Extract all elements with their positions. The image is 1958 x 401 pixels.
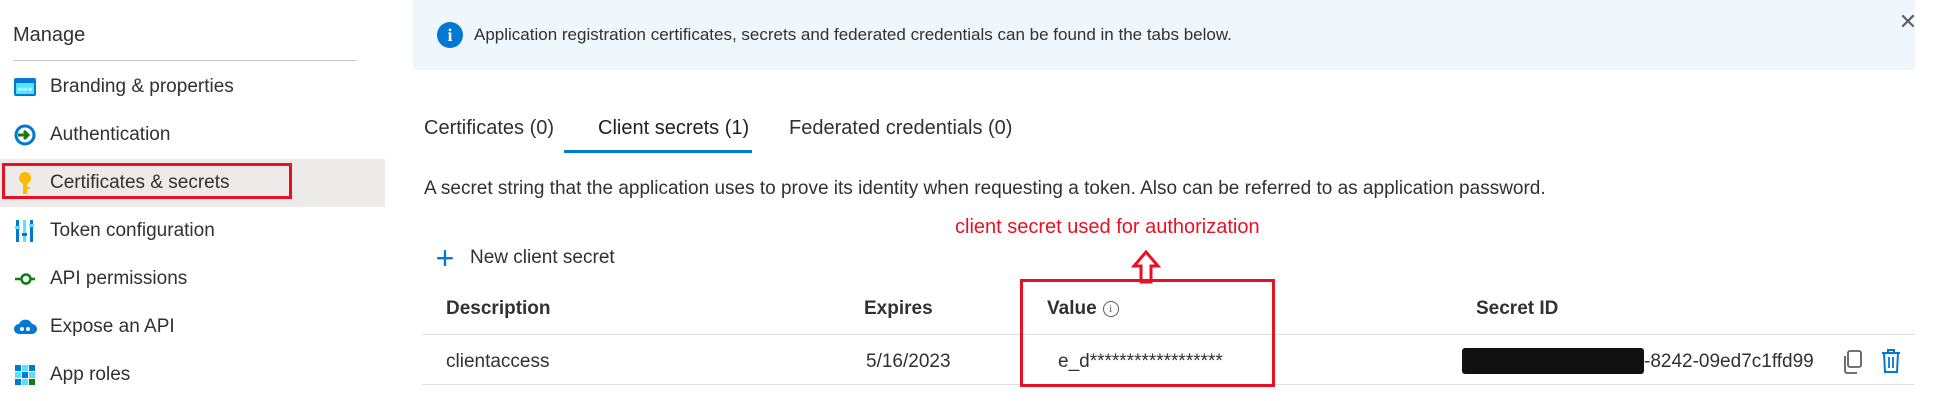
sidebar-item-label: Branding & properties	[50, 76, 234, 97]
branding-icon: www	[13, 75, 37, 99]
delete-icon[interactable]	[1880, 348, 1902, 374]
token-configuration-icon	[13, 219, 37, 243]
column-header-description[interactable]: Description	[446, 298, 551, 320]
info-icon: i	[437, 22, 463, 48]
sidebar-section-title: Manage	[13, 24, 86, 46]
sidebar-item-api-permissions[interactable]: API permissions	[0, 255, 385, 303]
sidebar-divider	[13, 60, 356, 61]
tab-certificates[interactable]: Certificates (0)	[424, 117, 554, 140]
sidebar-item-authentication[interactable]: Authentication	[0, 111, 385, 159]
selected-tab-indicator	[564, 150, 752, 153]
tab-federated-credentials[interactable]: Federated credentials (0)	[789, 117, 1012, 140]
sidebar-item-expose-api[interactable]: Expose an API	[0, 303, 385, 351]
sidebar: Manage www Branding & properties Authent…	[0, 0, 385, 401]
tab-client-secrets[interactable]: Client secrets (1)	[598, 117, 749, 140]
authentication-icon	[13, 123, 37, 147]
column-header-expires[interactable]: Expires	[864, 298, 933, 320]
sidebar-item-label: Token configuration	[50, 220, 215, 241]
plus-icon: +	[435, 240, 455, 276]
close-icon[interactable]: ✕	[1896, 9, 1920, 34]
app-roles-icon	[13, 363, 37, 387]
column-header-secret-id[interactable]: Secret ID	[1476, 298, 1558, 320]
secret-id-text: -8242-09ed7c1ffd99	[1644, 351, 1814, 372]
selected-item-highlight-box	[2, 163, 292, 199]
sidebar-item-branding[interactable]: www Branding & properties	[0, 63, 385, 111]
new-client-secret-label: New client secret	[470, 247, 615, 268]
cloud-icon	[13, 315, 37, 339]
sidebar-item-label: Authentication	[50, 124, 171, 145]
sidebar-item-label: App roles	[50, 364, 131, 385]
sidebar-item-app-roles[interactable]: App roles	[0, 351, 385, 399]
client-secrets-description: A secret string that the application use…	[424, 178, 1546, 199]
redaction-mark	[1462, 348, 1644, 374]
copy-icon[interactable]	[1842, 350, 1864, 374]
secret-description-cell: clientaccess	[446, 351, 550, 372]
new-client-secret-button[interactable]: + New client secret	[432, 240, 615, 276]
sidebar-item-token-configuration[interactable]: Token configuration	[0, 207, 385, 255]
secret-expires-cell: 5/16/2023	[866, 351, 951, 372]
annotation-label: client secret used for authorization	[955, 216, 1260, 238]
api-permissions-icon	[13, 267, 37, 291]
info-banner-text: Application registration certificates, s…	[474, 25, 1232, 44]
sidebar-item-label: API permissions	[50, 268, 188, 289]
value-column-highlight-box	[1020, 279, 1275, 387]
svg-text:www: www	[18, 86, 33, 93]
sidebar-item-label: Expose an API	[50, 316, 175, 337]
